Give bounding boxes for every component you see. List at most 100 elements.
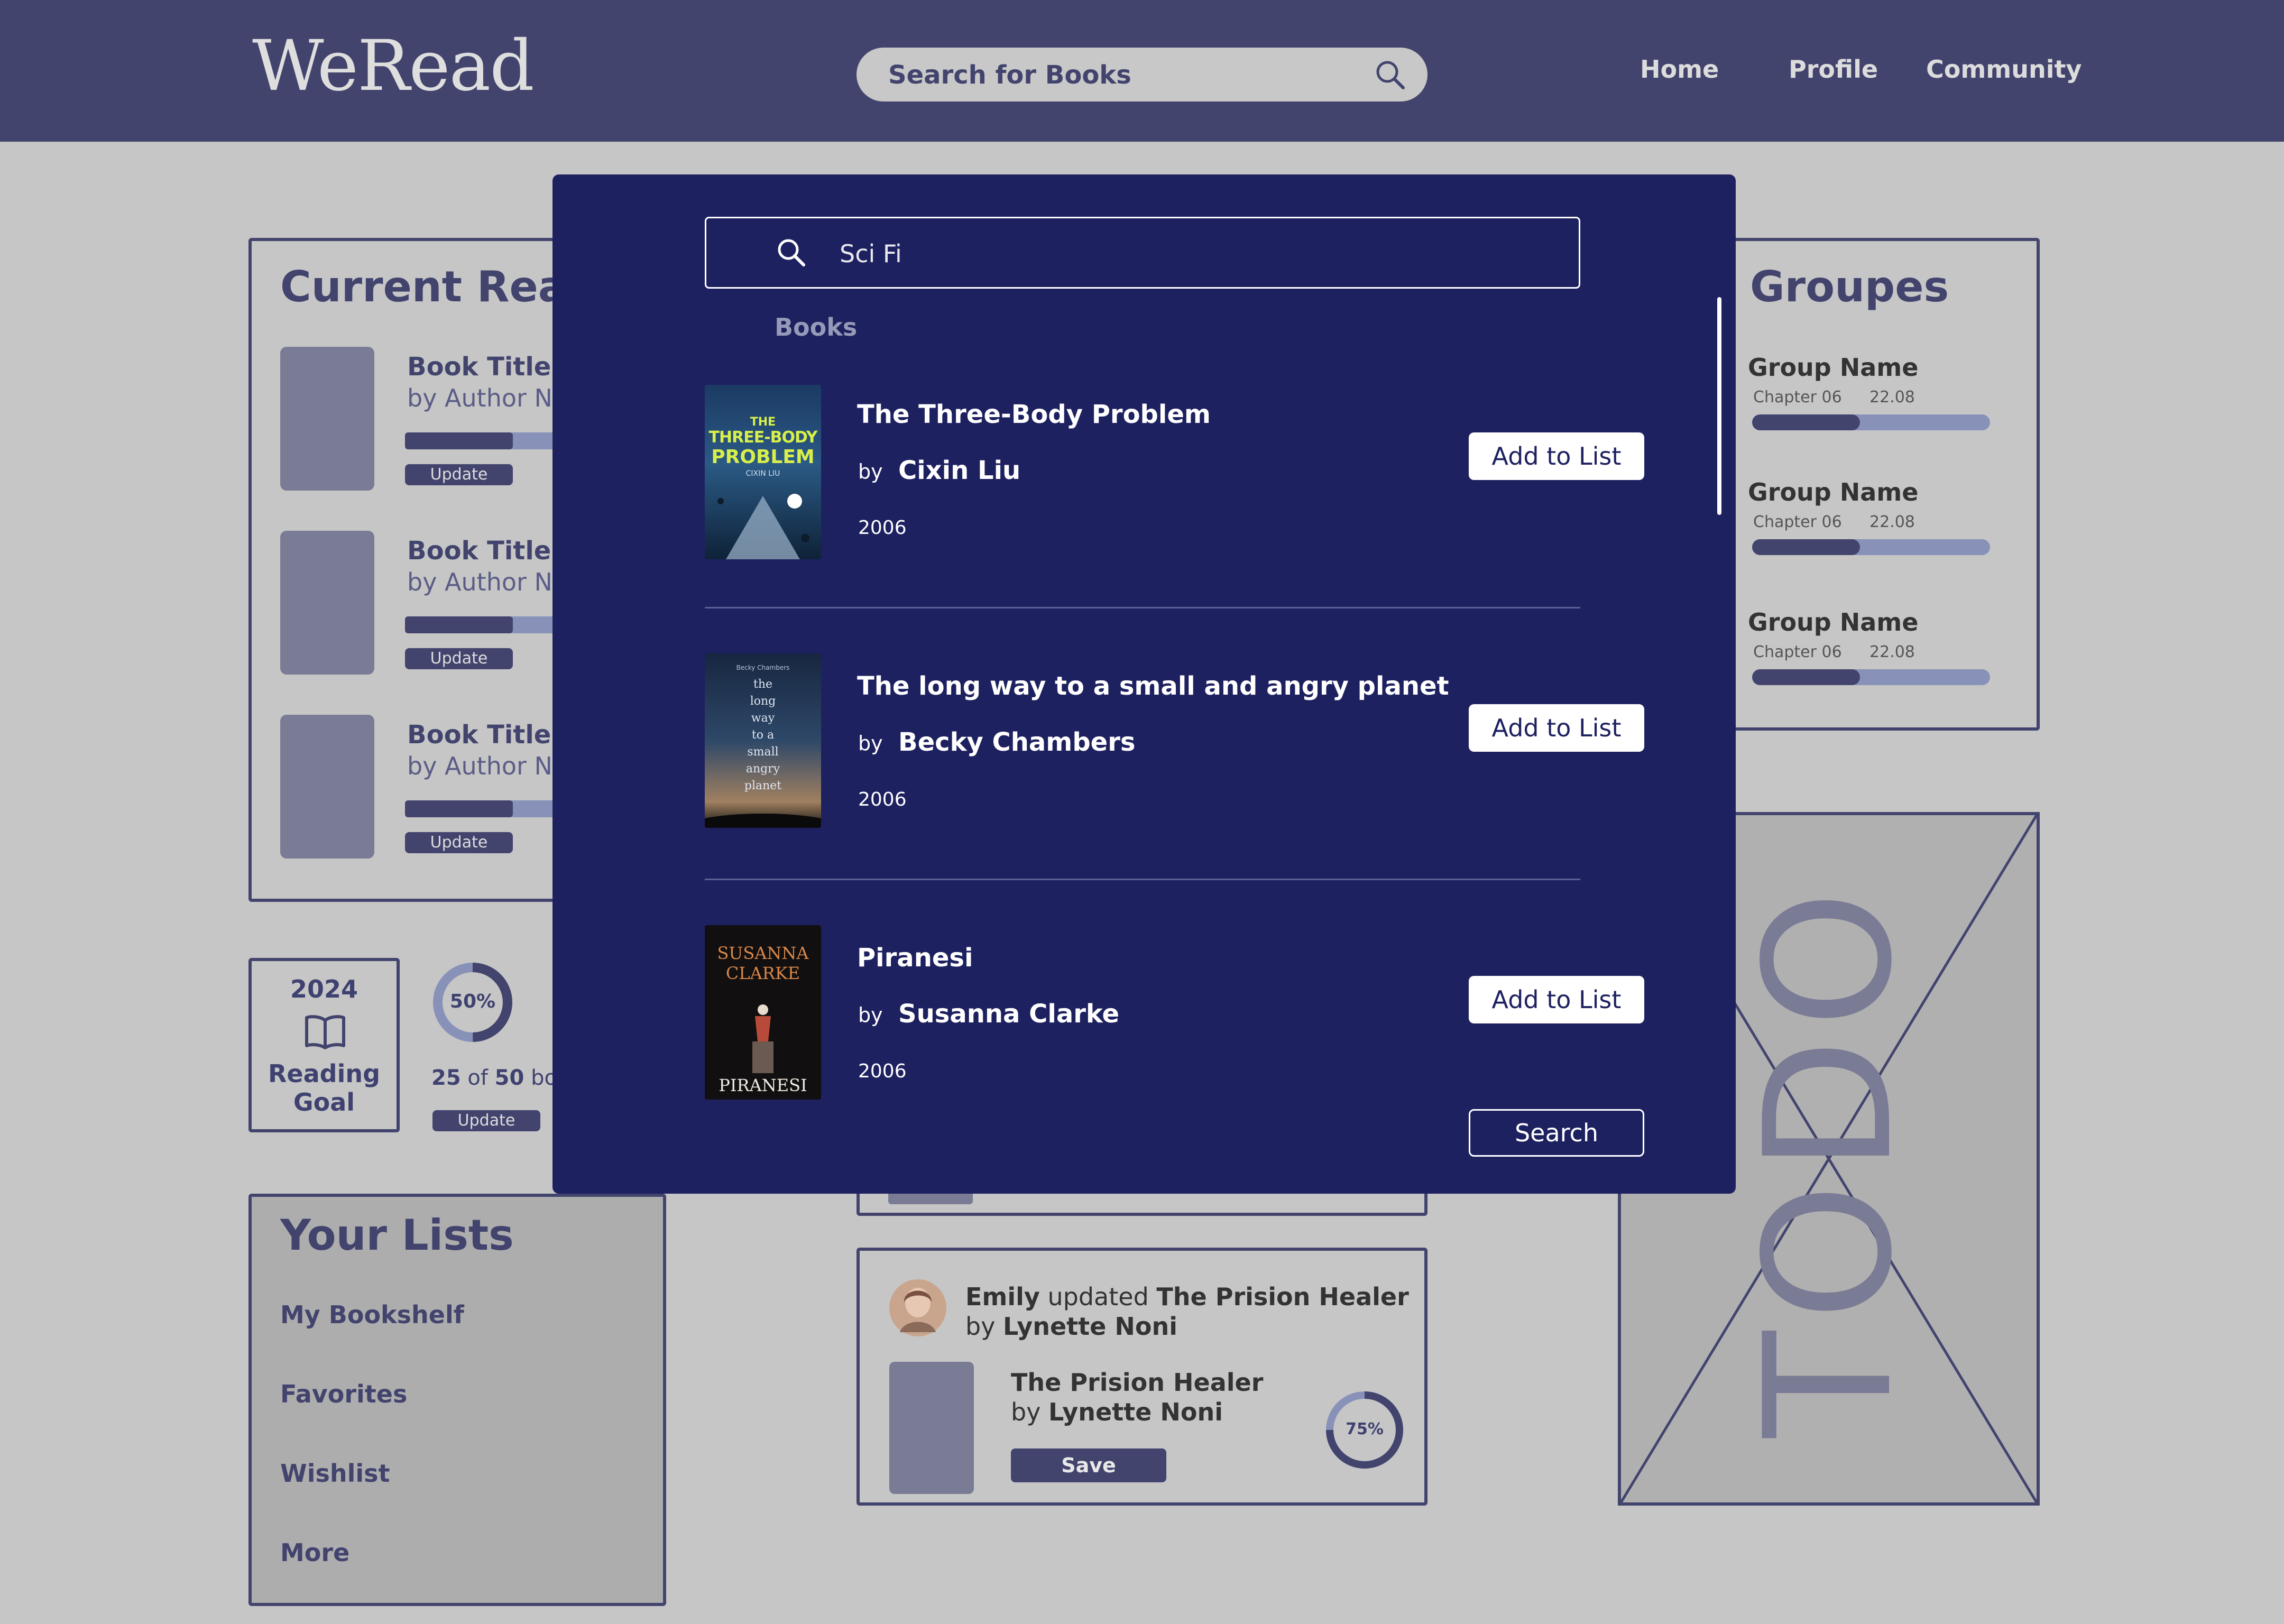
cover-art	[705, 814, 821, 828]
groups-panel: Groupes Group Name Chapter 06 22.08 Grou…	[1692, 238, 2040, 731]
book-author: by Author N	[407, 752, 552, 780]
cover-text: the	[753, 678, 773, 691]
feed-card-title: The Prision Healer	[1011, 1368, 1264, 1397]
feed-user[interactable]: Emily	[965, 1282, 1040, 1311]
cover-text: Becky Chambers	[736, 664, 790, 671]
result-title[interactable]: The Three-Body Problem	[857, 400, 1211, 429]
result-divider	[705, 879, 1580, 880]
nav-community[interactable]: Community	[1926, 55, 2082, 84]
goal-year: 2024	[290, 975, 358, 1003]
avatar[interactable]	[889, 1279, 946, 1336]
nav-home[interactable]: Home	[1640, 55, 1719, 84]
search-icon	[778, 239, 805, 266]
todo-label: TODO	[1727, 880, 1930, 1438]
feed-author[interactable]: Lynette Noni	[1003, 1312, 1177, 1341]
modal-search-button[interactable]: Search	[1469, 1109, 1644, 1157]
book-cover-placeholder[interactable]	[280, 347, 374, 491]
result-year: 2006	[858, 789, 907, 810]
results-scrollbar[interactable]	[1717, 297, 1721, 515]
result-title[interactable]: The long way to a small and angry planet	[857, 671, 1449, 701]
feed-by: by	[965, 1312, 996, 1341]
update-button[interactable]: Update	[405, 832, 513, 853]
header-search-bar[interactable]: Search for Books	[856, 48, 1428, 102]
modal-search-input[interactable]: Sci Fi	[705, 217, 1580, 289]
book-author: by Author N	[407, 568, 552, 596]
cover-art	[752, 1004, 773, 1073]
group-chapter: Chapter 06	[1753, 388, 1842, 407]
result-author[interactable]: Becky Chambers	[898, 727, 1135, 757]
goal-update-button[interactable]: Update	[432, 1110, 540, 1131]
save-button[interactable]: Save	[1011, 1448, 1166, 1482]
book-cover[interactable]: THE THREE-BODY PROBLEM CIXIN LIU	[705, 385, 821, 559]
search-icon[interactable]	[1374, 58, 1406, 91]
book-cover[interactable]: Becky Chambers the long way to a small a…	[705, 653, 821, 828]
result-divider	[705, 607, 1580, 608]
cover-text: planet	[744, 779, 782, 792]
feed-card-byline: by Lynette Noni	[1011, 1398, 1223, 1426]
group-date: 22.08	[1869, 388, 1915, 407]
list-item-my-bookshelf[interactable]: My Bookshelf	[280, 1300, 464, 1329]
book-author: by Author N	[407, 384, 552, 412]
book-title: Book Title	[407, 352, 551, 382]
update-button[interactable]: Update	[405, 648, 513, 669]
search-modal: Sci Fi Books THE THREE-BODY PROBLEM CIXI…	[552, 174, 1736, 1194]
lists-title: Your Lists	[280, 1211, 514, 1260]
cover-text: THE	[750, 416, 776, 429]
reading-goal-card: 2024 Reading Goal	[248, 958, 400, 1132]
cover-text: SUSANNA	[717, 943, 809, 963]
cover-art	[717, 494, 809, 559]
cover-text: long	[750, 695, 776, 708]
group-name[interactable]: Group Name	[1748, 353, 1918, 382]
feed-headline: Emily updated The Prision Healer	[965, 1282, 1409, 1311]
goal-done: 25	[431, 1066, 461, 1090]
group-chapter: Chapter 06	[1753, 513, 1842, 531]
current-reading-title: Current Read	[280, 262, 597, 311]
cover-text: CLARKE	[725, 963, 800, 983]
book-cover-placeholder[interactable]	[889, 1362, 974, 1494]
cover-text: PROBLEM	[711, 446, 815, 468]
cover-text: angry	[745, 762, 780, 776]
list-item-favorites[interactable]: Favorites	[280, 1380, 407, 1408]
modal-search-value[interactable]: Sci Fi	[840, 239, 902, 268]
group-progress-bar	[1752, 669, 1990, 685]
result-author[interactable]: Susanna Clarke	[898, 999, 1119, 1029]
group-name[interactable]: Group Name	[1748, 608, 1918, 636]
group-chapter: Chapter 06	[1753, 643, 1842, 661]
group-progress-bar	[1752, 414, 1990, 430]
goal-total: 50	[494, 1066, 524, 1090]
feed-update-card: Emily updated The Prision Healer by Lyne…	[856, 1248, 1428, 1506]
feed-card-author: Lynette Noni	[1048, 1398, 1223, 1426]
list-item-more[interactable]: More	[280, 1538, 349, 1567]
goal-of: of	[467, 1066, 488, 1090]
group-name[interactable]: Group Name	[1748, 478, 1918, 506]
add-to-list-button[interactable]: Add to List	[1469, 976, 1644, 1023]
your-lists-panel: Your Lists My Bookshelf Favorites Wishli…	[248, 1194, 666, 1606]
goal-percent: 50%	[449, 991, 496, 1012]
book-cover-placeholder[interactable]	[280, 531, 374, 675]
cover-text: small	[747, 745, 779, 759]
goal-count: 25 of 50 bo	[431, 1066, 557, 1090]
result-title[interactable]: Piranesi	[857, 943, 973, 973]
groups-title: Groupes	[1750, 262, 1949, 311]
result-year: 2006	[858, 517, 907, 539]
group-progress-bar	[1752, 539, 1990, 555]
feed-verb: updated	[1047, 1282, 1149, 1311]
feed-card-by: by	[1011, 1398, 1041, 1426]
header-search-placeholder[interactable]: Search for Books	[888, 60, 1131, 90]
update-button[interactable]: Update	[405, 464, 513, 485]
cover-text: CIXIN LIU	[745, 469, 780, 478]
book-cover-placeholder[interactable]	[280, 715, 374, 859]
result-author[interactable]: Cixin Liu	[898, 456, 1020, 485]
add-to-list-button[interactable]: Add to List	[1469, 432, 1644, 480]
book-cover[interactable]: SUSANNA CLARKE PIRANESI	[705, 925, 821, 1100]
group-date: 22.08	[1869, 513, 1915, 531]
book-progress-label: 75%	[1346, 1420, 1384, 1438]
add-to-list-button[interactable]: Add to List	[1469, 704, 1644, 752]
list-item-wishlist[interactable]: Wishlist	[280, 1459, 390, 1488]
book-title: Book Title	[407, 536, 551, 566]
result-by: by	[858, 1003, 883, 1027]
logo[interactable]: WeRead	[252, 25, 535, 107]
nav-profile[interactable]: Profile	[1789, 55, 1878, 84]
feed-book[interactable]: The Prision Healer	[1156, 1282, 1408, 1311]
cover-text: to a	[751, 728, 775, 742]
